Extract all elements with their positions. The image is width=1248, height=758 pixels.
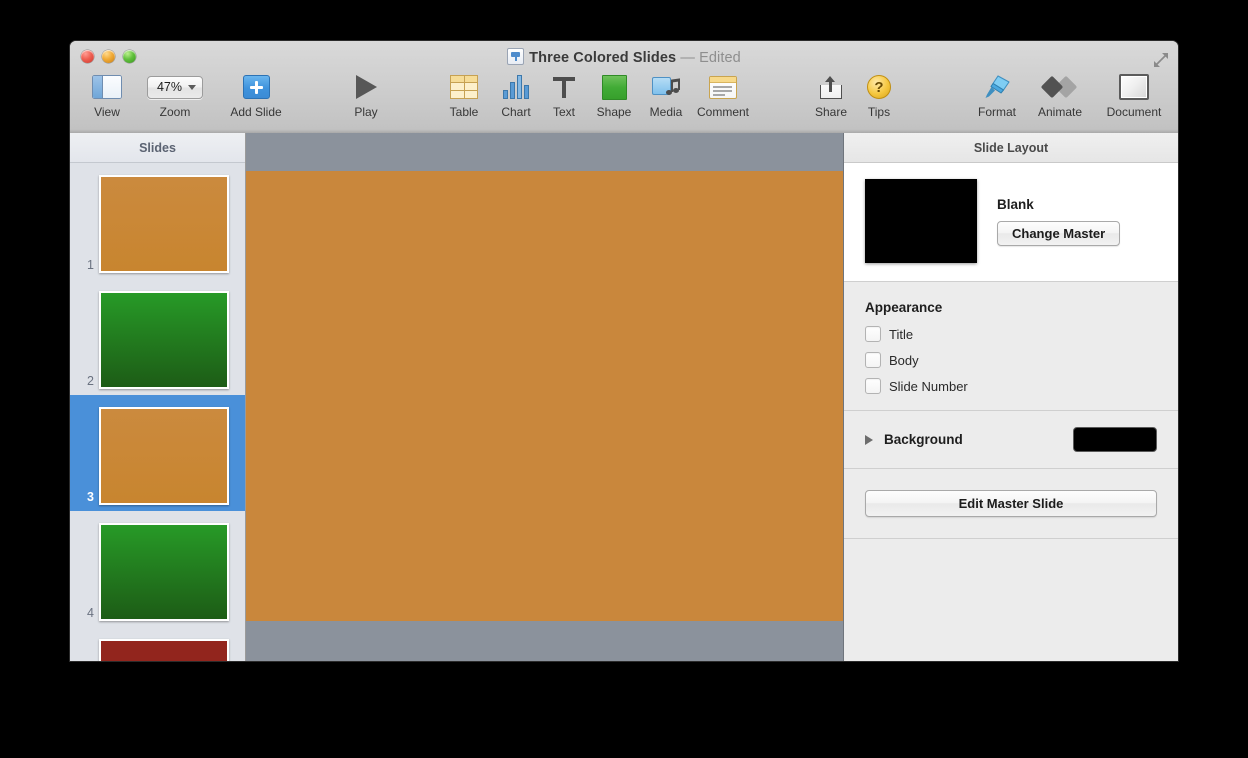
edited-status: — Edited [680, 50, 740, 66]
plus-slide-icon [211, 70, 301, 104]
slide-thumbnail-5[interactable] [99, 639, 229, 661]
toolbar-label-table: Table [438, 105, 490, 119]
window-body: Slides 1 2 3 4 5 Slide Layout Blank Change M… [70, 133, 1178, 661]
toolbar-button-animate[interactable]: Animate [1027, 70, 1093, 119]
edit-master-section: Edit Master Slide [844, 469, 1178, 539]
slide-thumbnail-row-3[interactable]: 3 [70, 395, 245, 511]
toolbar-button-shape[interactable]: Shape [587, 70, 641, 119]
desktop-background: Three Colored Slides — Edited View [0, 0, 1248, 758]
question-mark-icon: ? [855, 70, 903, 104]
zoom-popup-button[interactable]: 47% [147, 76, 203, 99]
appearance-option-slide-number[interactable]: Slide Number [865, 378, 1157, 394]
toolbar-label-share: Share [803, 105, 859, 119]
expand-arrows-icon[interactable] [1152, 51, 1170, 69]
checkbox-title[interactable] [865, 326, 881, 342]
toolbar-button-play[interactable]: Play [330, 70, 402, 119]
navigator-header: Slides [70, 133, 245, 163]
checkbox-body[interactable] [865, 352, 881, 368]
toolbar-label-comment: Comment [685, 105, 761, 119]
master-slide-section: Blank Change Master [844, 163, 1178, 282]
slide-thumbnail-3[interactable] [99, 407, 229, 505]
master-slide-thumbnail[interactable] [865, 179, 977, 263]
checkbox-slide-number[interactable] [865, 378, 881, 394]
label-body: Body [889, 353, 919, 368]
appearance-heading: Appearance [865, 300, 1157, 315]
main-toolbar: View 47% Zoom Add Slide [70, 70, 1178, 133]
label-title: Title [889, 327, 913, 342]
toolbar-label-play: Play [330, 105, 402, 119]
toolbar-label-text: Text [540, 105, 588, 119]
background-section[interactable]: Background [844, 411, 1178, 469]
edit-master-slide-button[interactable]: Edit Master Slide [865, 490, 1157, 517]
toolbar-button-share[interactable]: Share [803, 70, 859, 119]
chevron-down-icon [188, 85, 196, 90]
toolbar-button-text[interactable]: Text [540, 70, 588, 119]
toolbar-label-add-slide: Add Slide [211, 105, 301, 119]
toolbar-label-tips: Tips [855, 105, 903, 119]
slide-canvas-area[interactable] [246, 133, 844, 661]
slide-thumbnail-4[interactable] [99, 523, 229, 621]
keynote-window: Three Colored Slides — Edited View [70, 41, 1178, 661]
slide-number-2: 2 [70, 375, 99, 390]
toolbar-label-zoom: Zoom [130, 105, 220, 119]
current-slide-canvas[interactable] [246, 171, 843, 621]
bar-chart-icon [490, 70, 542, 104]
appearance-option-body[interactable]: Body [865, 352, 1157, 368]
label-slide-number: Slide Number [889, 379, 968, 394]
change-master-button[interactable]: Change Master [997, 221, 1120, 246]
slide-thumbnail-row-2[interactable]: 2 [70, 279, 245, 395]
background-label: Background [884, 432, 1073, 447]
toolbar-label-shape: Shape [587, 105, 641, 119]
background-color-swatch[interactable] [1073, 427, 1157, 452]
toolbar-label-animate: Animate [1027, 105, 1093, 119]
slide-thumbnail-row-1[interactable]: 1 [70, 163, 245, 279]
slide-thumbnail-row-4[interactable]: 4 [70, 511, 245, 627]
zoom-value: 47% [157, 80, 182, 94]
keynote-document-icon [507, 48, 524, 65]
green-square-shape-icon [587, 70, 641, 104]
toolbar-button-chart[interactable]: Chart [490, 70, 542, 119]
play-triangle-icon [330, 70, 402, 104]
slide-navigator: Slides 1 2 3 4 5 [70, 133, 246, 661]
window-title: Three Colored Slides — Edited [70, 48, 1178, 66]
slide-thumbnail-row-5[interactable]: 5 [70, 627, 245, 661]
appearance-option-title[interactable]: Title [865, 326, 1157, 342]
toolbar-label-format: Format [966, 105, 1028, 119]
text-t-icon [540, 70, 588, 104]
document-title: Three Colored Slides [529, 50, 676, 66]
table-icon [438, 70, 490, 104]
disclosure-triangle-icon[interactable] [865, 435, 873, 445]
inspector-header: Slide Layout [844, 133, 1178, 163]
toolbar-button-comment[interactable]: Comment [685, 70, 761, 119]
toolbar-button-table[interactable]: Table [438, 70, 490, 119]
inspector-empty-area [844, 539, 1178, 661]
toolbar-zoom-control[interactable]: 47% Zoom [130, 70, 220, 119]
toolbar-button-tips[interactable]: ? Tips [855, 70, 903, 119]
slide-number-1: 1 [70, 259, 99, 274]
slide-thumbnail-1[interactable] [99, 175, 229, 273]
slide-number-4: 4 [70, 607, 99, 622]
toolbar-label-document: Document [1093, 105, 1175, 119]
toolbar-label-chart: Chart [490, 105, 542, 119]
slide-thumbnail-2[interactable] [99, 291, 229, 389]
toolbar-button-add-slide[interactable]: Add Slide [211, 70, 301, 119]
document-frame-icon [1093, 70, 1175, 104]
diamonds-icon [1027, 70, 1093, 104]
share-upload-icon [803, 70, 859, 104]
master-slide-name: Blank [997, 197, 1120, 212]
appearance-section: Appearance Title Body Slide Number [844, 282, 1178, 411]
title-bar: Three Colored Slides — Edited View [70, 41, 1178, 134]
toolbar-button-format[interactable]: Format [966, 70, 1028, 119]
comment-note-icon [685, 70, 761, 104]
paintbrush-icon [966, 70, 1028, 104]
format-inspector: Slide Layout Blank Change Master Appeara… [844, 133, 1178, 661]
slide-number-3: 3 [70, 491, 99, 506]
toolbar-button-document[interactable]: Document [1093, 70, 1175, 119]
slide-thumbnail-list[interactable]: 1 2 3 4 5 [70, 163, 245, 661]
